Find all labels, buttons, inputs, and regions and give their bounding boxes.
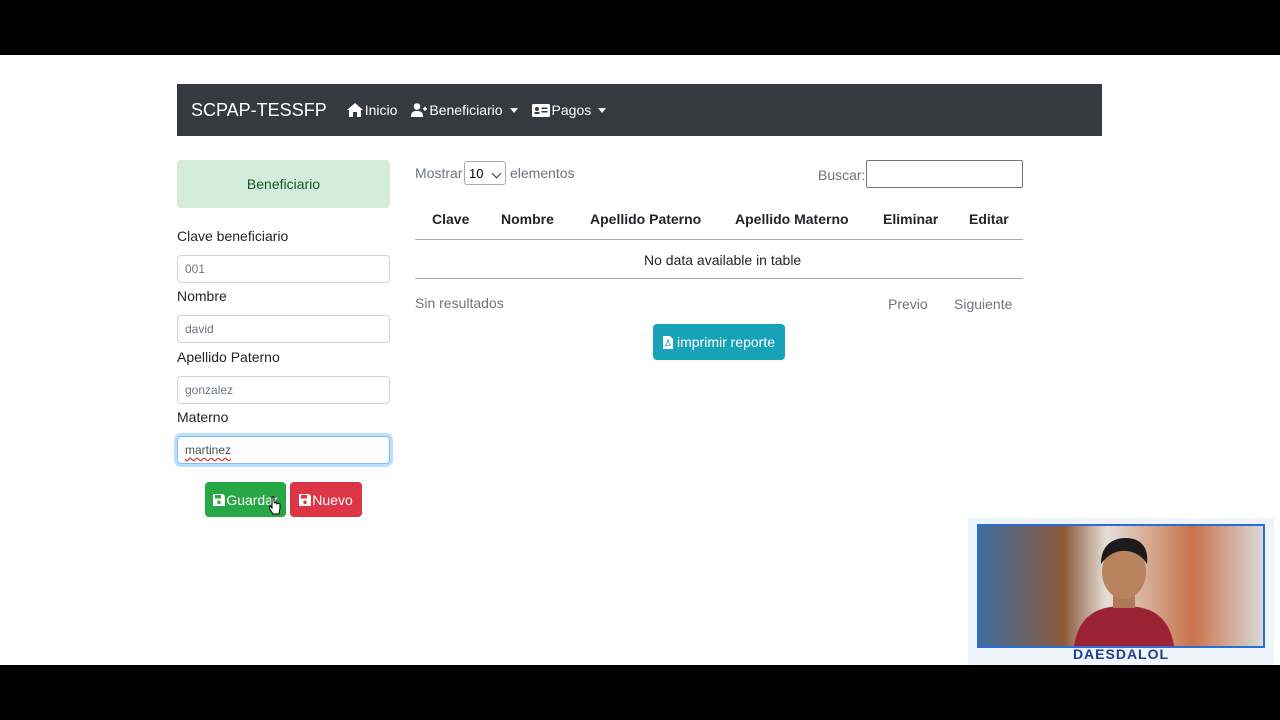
- nombre-label: Nombre: [177, 288, 227, 304]
- materno-input[interactable]: martinez: [177, 436, 390, 464]
- page-content: SCPAP-TESSFP Inicio Beneficiario Pagos B…: [0, 55, 1280, 665]
- nuevo-button[interactable]: Nuevo: [290, 482, 362, 517]
- page-length-select[interactable]: 10: [464, 161, 506, 185]
- webcam-overlay: DAESDALOL: [968, 518, 1274, 665]
- previous-page-button[interactable]: Previo: [888, 296, 928, 312]
- save-icon: [213, 493, 226, 506]
- table-info: Sin resultados: [415, 295, 504, 311]
- nombre-value: david: [185, 322, 214, 336]
- clave-label: Clave beneficiario: [177, 228, 289, 244]
- clave-value: 001: [185, 262, 206, 276]
- length-suffix: elementos: [510, 165, 575, 181]
- id-card-icon: [531, 103, 550, 117]
- caret-down-icon: [598, 107, 607, 113]
- chevron-down-icon: [491, 168, 502, 179]
- materno-label: Materno: [177, 409, 229, 425]
- column-header-apellido-materno[interactable]: Apellido Materno: [735, 211, 849, 227]
- table-bottom-divider: [415, 278, 1023, 279]
- apellido-paterno-label: Apellido Paterno: [177, 349, 280, 365]
- search-label: Buscar:: [818, 167, 866, 183]
- navbar-brand[interactable]: SCPAP-TESSFP: [191, 100, 327, 121]
- length-prefix: Mostrar: [415, 165, 463, 181]
- nav-item-label: Beneficiario: [429, 102, 503, 118]
- save-icon: [299, 493, 312, 506]
- nav-item-pagos[interactable]: Pagos: [531, 102, 607, 118]
- navbar: SCPAP-TESSFP Inicio Beneficiario Pagos: [177, 84, 1102, 136]
- user-plus-icon: [411, 103, 428, 117]
- materno-value: martinez: [185, 443, 232, 457]
- next-page-button[interactable]: Siguiente: [954, 296, 1012, 312]
- form-header: Beneficiario: [177, 160, 390, 208]
- nav-item-label: Inicio: [364, 102, 398, 118]
- column-header-eliminar[interactable]: Eliminar: [883, 211, 938, 227]
- nuevo-label: Nuevo: [312, 491, 353, 508]
- webcam-label: DAESDALOL: [1072, 646, 1170, 662]
- nav-item-beneficiario[interactable]: Beneficiario: [411, 102, 518, 118]
- table-header-divider: [415, 239, 1023, 240]
- apellido-paterno-input[interactable]: gonzalez: [177, 376, 390, 404]
- column-header-nombre[interactable]: Nombre: [501, 211, 554, 227]
- nav-item-label: Pagos: [551, 102, 592, 118]
- column-header-clave[interactable]: Clave: [432, 211, 469, 227]
- nombre-input[interactable]: david: [177, 315, 390, 343]
- caret-down-icon: [509, 107, 518, 113]
- file-pdf-icon: [662, 335, 673, 349]
- mouse-cursor-icon: [269, 496, 281, 515]
- print-report-button[interactable]: imprimir reporte: [653, 324, 785, 360]
- empty-table-message: No data available in table: [644, 252, 802, 268]
- clave-input[interactable]: 001: [177, 255, 390, 283]
- webcam-video: [977, 524, 1265, 648]
- column-header-apellido-paterno[interactable]: Apellido Paterno: [590, 211, 701, 227]
- presenter-figure: [1074, 538, 1174, 646]
- home-icon: [346, 103, 363, 117]
- page-length-value: 10: [469, 165, 484, 181]
- nav-item-inicio[interactable]: Inicio: [346, 102, 398, 118]
- print-report-label: imprimir reporte: [676, 334, 775, 350]
- apellido-paterno-value: gonzalez: [185, 383, 234, 397]
- column-header-editar[interactable]: Editar: [969, 211, 1009, 227]
- search-input[interactable]: [866, 160, 1023, 188]
